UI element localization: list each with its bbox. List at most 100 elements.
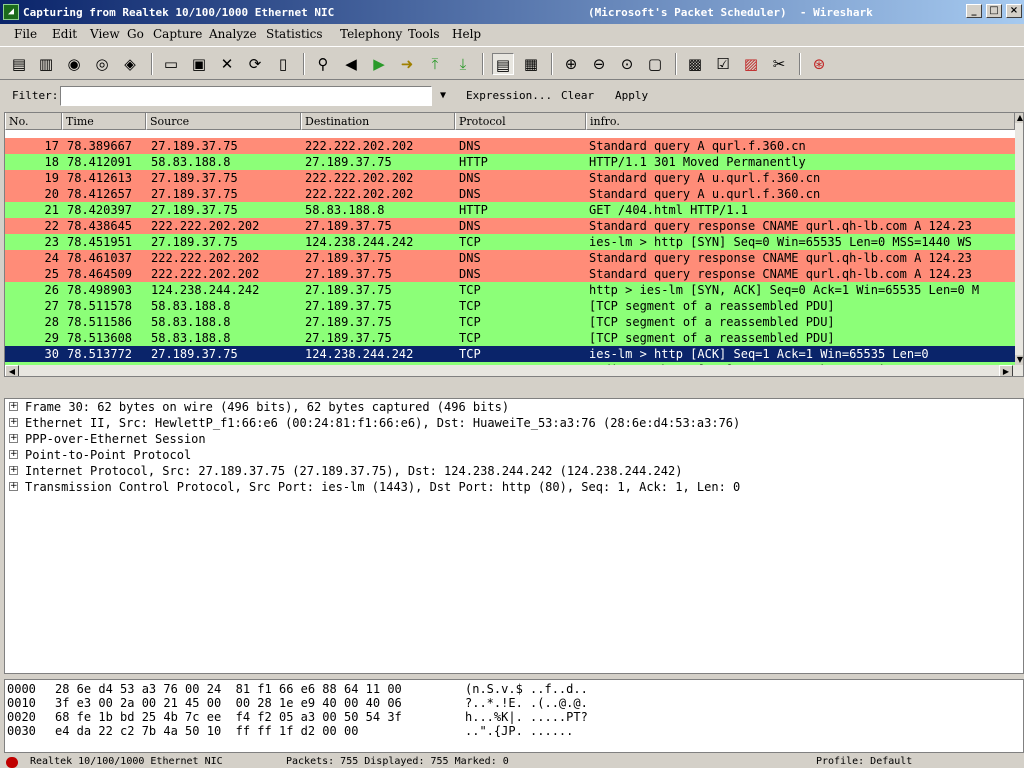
first-packet-icon[interactable]: ⤒ xyxy=(424,53,446,75)
zoom-out-icon[interactable]: ⊖ xyxy=(588,53,610,75)
packet-row[interactable]: 25 78.464509 222.222.202.202 27.189.37.75 DN… xyxy=(5,266,1015,282)
close-file-icon[interactable]: ✕ xyxy=(216,53,238,75)
start-capture-icon[interactable]: ◉ xyxy=(63,53,85,75)
reload-icon[interactable]: ⟳ xyxy=(244,53,266,75)
column-destination[interactable]: Destination xyxy=(301,113,455,130)
help-icon[interactable]: ⊛ xyxy=(808,53,830,75)
packet-row[interactable]: 17 78.389667 27.189.37.75 222.222.202.202 DN… xyxy=(5,138,1015,154)
expand-plus-icon[interactable]: + xyxy=(9,466,18,475)
packet-row[interactable]: 23 78.451951 27.189.37.75 124.238.244.242 TC… xyxy=(5,234,1015,250)
go-forward-icon[interactable]: ▶ xyxy=(368,53,390,75)
hex-ascii[interactable]: ..".{JP. ...... xyxy=(465,724,573,738)
packet-row[interactable]: 29 78.513608 58.83.188.8 27.189.37.75 TCP [TC… xyxy=(5,330,1015,346)
column-source[interactable]: Source xyxy=(146,113,301,130)
hex-bytes[interactable]: 28 6e d4 53 a3 76 00 24 81 f1 66 e6 88 6… xyxy=(55,682,402,696)
scroll-up-icon[interactable]: ▲ xyxy=(1015,113,1023,123)
coloring-rules-icon[interactable]: ▨ xyxy=(740,53,762,75)
zoom-in-icon[interactable]: ⊕ xyxy=(560,53,582,75)
menu-go[interactable]: Go xyxy=(127,27,144,41)
apply-button[interactable]: Apply xyxy=(615,89,648,102)
close-window-button[interactable]: × xyxy=(1006,4,1022,18)
go-to-packet-icon[interactable]: ➜ xyxy=(396,53,418,75)
column-time[interactable]: Time xyxy=(62,113,146,130)
interfaces-icon[interactable]: ▤ xyxy=(8,53,30,75)
hex-ascii[interactable]: ?..*.!E. .(..@.@. xyxy=(465,696,588,710)
hex-bytes[interactable]: e4 da 22 c2 7b 4a 50 10 ff ff 1f d2 00 0… xyxy=(55,724,358,738)
detail-tree-item[interactable]: + Point-to-Point Protocol xyxy=(5,447,1023,463)
restart-capture-icon[interactable]: ◈ xyxy=(119,53,141,75)
hex-ascii[interactable]: (n.S.v.$ ..f..d.. xyxy=(465,682,588,696)
expression-button[interactable]: Expression... xyxy=(466,89,552,102)
hex-bytes[interactable]: 68 fe 1b bd 25 4b 7c ee f4 f2 05 a3 00 5… xyxy=(55,710,402,724)
packet-row[interactable]: 18 78.412091 58.83.188.8 27.189.37.75 HTTP HT… xyxy=(5,154,1015,170)
hex-bytes[interactable]: 3f e3 00 2a 00 21 45 00 00 28 1e e9 40 0… xyxy=(55,696,402,710)
packet-row[interactable]: 22 78.438645 222.222.202.202 27.189.37.75 DN… xyxy=(5,218,1015,234)
cell-no: 30 xyxy=(44,347,59,361)
scroll-left-icon[interactable]: ◀ xyxy=(5,365,19,376)
filter-input[interactable] xyxy=(60,86,432,106)
packet-row[interactable]: 21 78.420397 27.189.37.75 58.83.188.8 HTTP GE… xyxy=(5,202,1015,218)
menu-view[interactable]: View xyxy=(90,27,120,41)
auto-scroll-icon[interactable]: ▦ xyxy=(520,53,542,75)
cell-info: GET /404.html HTTP/1.1 xyxy=(589,203,748,217)
detail-tree-item[interactable]: + Internet Protocol, Src: 27.189.37.75 (2… xyxy=(5,463,1023,479)
hex-offset[interactable]: 0010 xyxy=(7,696,36,710)
expand-plus-icon[interactable]: + xyxy=(9,418,18,427)
scroll-down-icon[interactable]: ▼ xyxy=(1015,355,1023,365)
cell-source: 58.83.188.8 xyxy=(151,331,231,345)
packet-list-horizontal-scrollbar[interactable]: ◀ ▶ xyxy=(5,365,1023,376)
menu-file[interactable]: File xyxy=(14,27,37,41)
hex-offset[interactable]: 0030 xyxy=(7,724,36,738)
packet-row[interactable]: 30 78.513772 27.189.37.75 124.238.244.242 TC… xyxy=(5,346,1015,362)
menu-telephony[interactable]: Telephony xyxy=(340,27,402,41)
find-icon[interactable]: ⚲ xyxy=(312,53,334,75)
display-filters-icon[interactable]: ☑ xyxy=(712,53,734,75)
expand-plus-icon[interactable]: + xyxy=(9,482,18,491)
expand-plus-icon[interactable]: + xyxy=(9,402,18,411)
menu-statistics[interactable]: Statistics xyxy=(266,27,323,41)
packet-list-vertical-scrollbar[interactable]: ▲ ▼ xyxy=(1015,113,1023,365)
minimize-button[interactable]: _ xyxy=(966,4,982,18)
packet-row[interactable]: 24 78.461037 222.222.202.202 27.189.37.75 DN… xyxy=(5,250,1015,266)
capture-filters-icon[interactable]: ▩ xyxy=(684,53,706,75)
menu-help[interactable]: Help xyxy=(452,27,481,41)
maximize-button[interactable]: □ xyxy=(986,4,1002,18)
menu-edit[interactable]: Edit xyxy=(52,27,77,41)
status-profile[interactable]: Profile: Default xyxy=(816,756,1016,767)
menu-tools[interactable]: Tools xyxy=(408,27,440,41)
detail-tree-item[interactable]: + Ethernet II, Src: HewlettP_f1:66:e6 (00… xyxy=(5,415,1023,431)
options-icon[interactable]: ▥ xyxy=(35,53,57,75)
packet-row[interactable]: 27 78.511578 58.83.188.8 27.189.37.75 TCP [TC… xyxy=(5,298,1015,314)
packet-row[interactable]: 20 78.412657 27.189.37.75 222.222.202.202 DN… xyxy=(5,186,1015,202)
column-info[interactable]: infro. xyxy=(586,113,1015,130)
column-protocol[interactable]: Protocol xyxy=(455,113,586,130)
column-no[interactable]: No. xyxy=(5,113,62,130)
packet-row[interactable]: 26 78.498903 124.238.244.242 27.189.37.75 TC… xyxy=(5,282,1015,298)
resize-columns-icon[interactable]: ▢ xyxy=(644,53,666,75)
preferences-icon[interactable]: ✂ xyxy=(768,53,790,75)
last-packet-icon[interactable]: ⤓ xyxy=(452,53,474,75)
capture-status-icon[interactable] xyxy=(6,757,18,768)
save-icon[interactable]: ▣ xyxy=(188,53,210,75)
normal-size-icon[interactable]: ⊙ xyxy=(616,53,638,75)
hex-offset[interactable]: 0000 xyxy=(7,682,36,696)
scroll-right-icon[interactable]: ▶ xyxy=(999,365,1013,376)
colorize-icon[interactable]: ▤ xyxy=(492,53,514,75)
hex-ascii[interactable]: h...%K|. .....PT? xyxy=(465,710,588,724)
hex-offset[interactable]: 0020 xyxy=(7,710,36,724)
stop-capture-icon[interactable]: ◎ xyxy=(91,53,113,75)
print-icon[interactable]: ▯ xyxy=(272,53,294,75)
detail-tree-item[interactable]: + PPP-over-Ethernet Session xyxy=(5,431,1023,447)
expand-plus-icon[interactable]: + xyxy=(9,450,18,459)
expand-plus-icon[interactable]: + xyxy=(9,434,18,443)
menu-capture[interactable]: Capture xyxy=(153,27,202,41)
menu-analyze[interactable]: Analyze xyxy=(209,27,257,41)
packet-row[interactable]: 19 78.412613 27.189.37.75 222.222.202.202 DN… xyxy=(5,170,1015,186)
go-back-icon[interactable]: ◀ xyxy=(340,53,362,75)
clear-button[interactable]: Clear xyxy=(561,89,594,102)
filter-dropdown-icon[interactable]: ▼ xyxy=(440,90,446,101)
detail-tree-item[interactable]: + Transmission Control Protocol, Src Port… xyxy=(5,479,1023,495)
detail-tree-item[interactable]: + Frame 30: 62 bytes on wire (496 bits), … xyxy=(5,399,1023,415)
packet-row[interactable]: 28 78.511586 58.83.188.8 27.189.37.75 TCP [TC… xyxy=(5,314,1015,330)
open-file-icon[interactable]: ▭ xyxy=(160,53,182,75)
